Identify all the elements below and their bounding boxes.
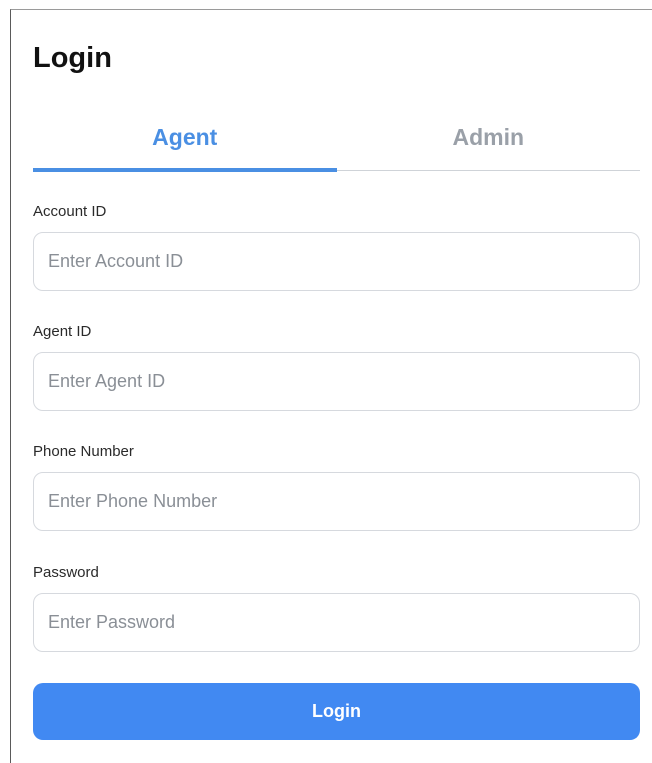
phone-number-input[interactable] [33, 472, 640, 531]
password-label: Password [33, 564, 99, 581]
account-id-label: Account ID [33, 203, 107, 220]
phone-number-label: Phone Number [33, 443, 134, 460]
account-id-input[interactable] [33, 232, 640, 291]
tab-agent[interactable]: Agent [33, 110, 337, 172]
login-button[interactable]: Login [33, 683, 640, 740]
tab-admin[interactable]: Admin [337, 110, 641, 170]
agent-id-label: Agent ID [33, 323, 92, 340]
password-input[interactable] [33, 593, 640, 652]
page-title: Login [33, 42, 112, 74]
login-type-tabs: Agent Admin [33, 110, 641, 172]
agent-id-input[interactable] [33, 352, 640, 411]
